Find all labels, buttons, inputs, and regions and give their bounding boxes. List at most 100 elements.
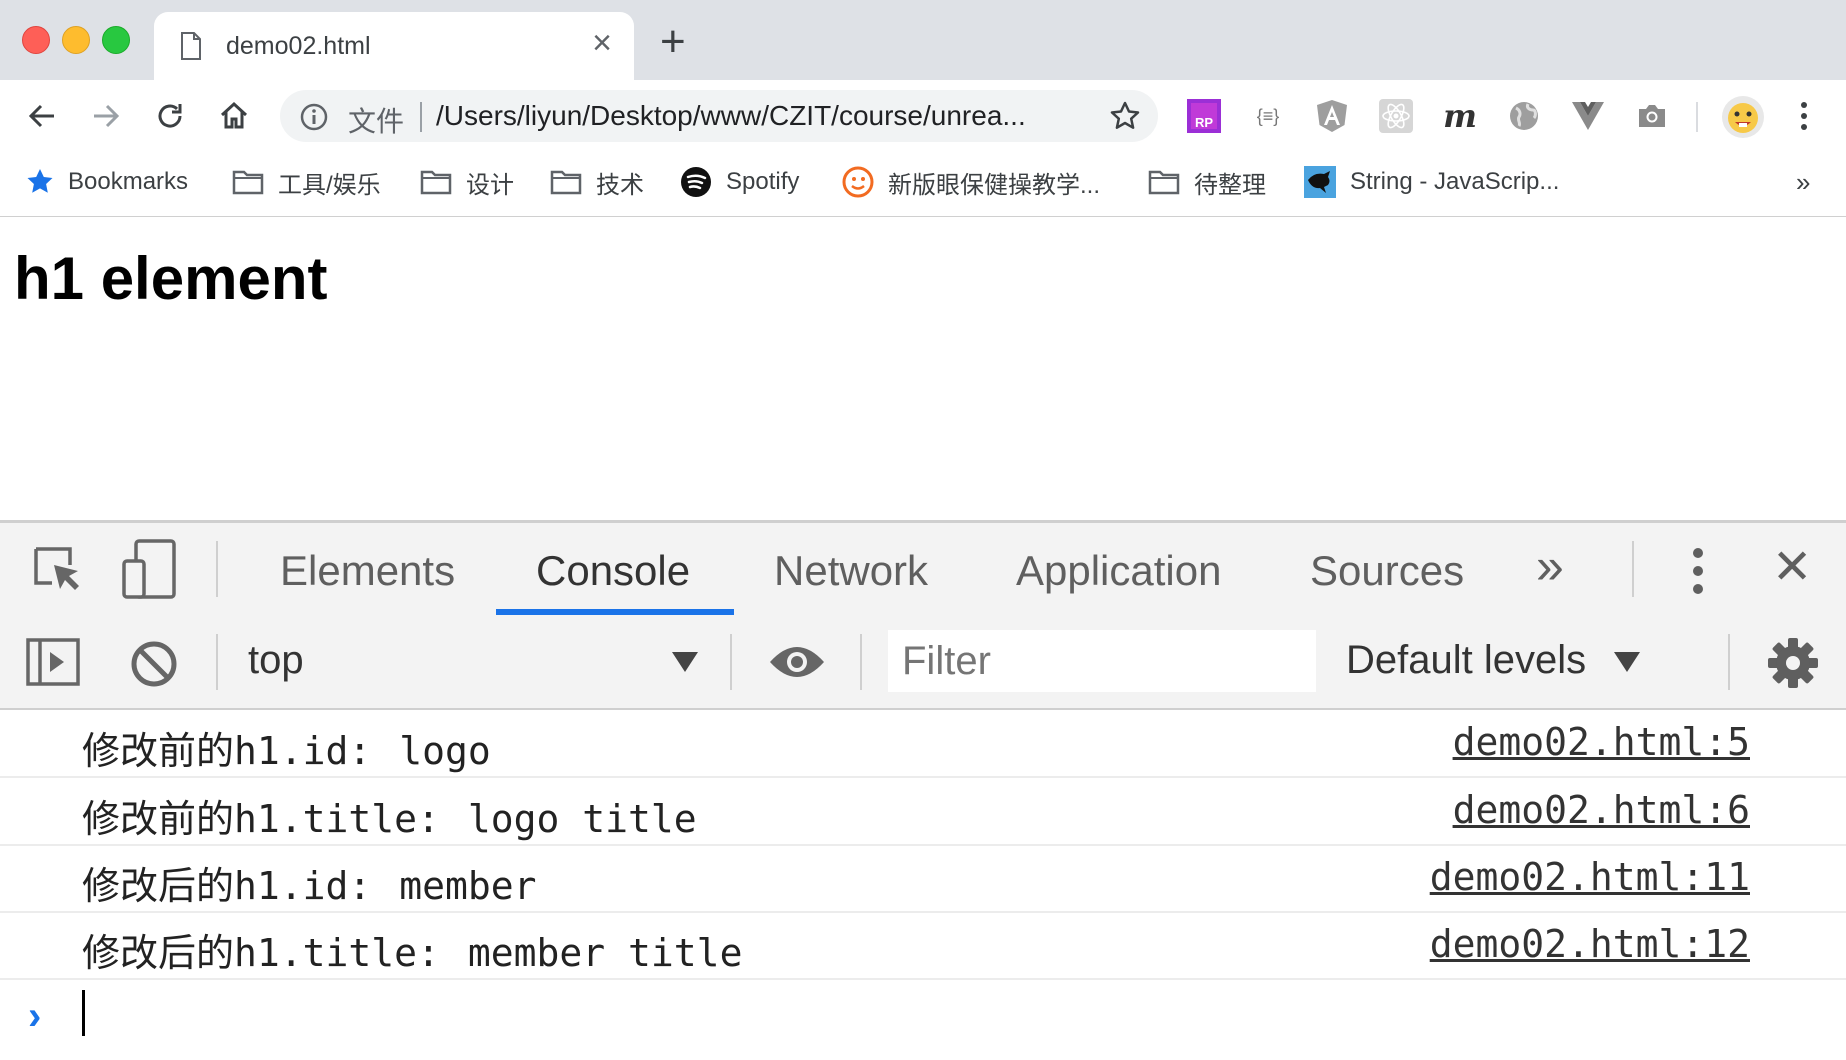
devtools-menu-icon[interactable]	[1692, 547, 1704, 600]
devtools-tab-bar: Elements Console Network Application Sou…	[0, 520, 1846, 619]
bookmark-folder[interactable]: 技术	[550, 162, 644, 202]
back-button[interactable]	[20, 94, 64, 138]
info-icon[interactable]	[300, 103, 328, 136]
spotify-icon	[680, 166, 712, 198]
device-toolbar-icon[interactable]	[122, 539, 178, 604]
clear-console-icon[interactable]	[130, 640, 178, 693]
home-button[interactable]	[212, 94, 256, 138]
tab-network[interactable]: Network	[774, 547, 928, 595]
bookmarks-bar: Bookmarks 工具/娱乐 设计 技术 Spotify 新版眼保健操教学..…	[0, 152, 1846, 217]
bookmark-label: String - JavaScrip...	[1350, 168, 1560, 195]
browser-menu-icon[interactable]	[1784, 96, 1824, 136]
tab-elements[interactable]: Elements	[280, 547, 455, 595]
bookmark-folder[interactable]: 待整理	[1148, 162, 1266, 202]
divider	[1728, 634, 1730, 690]
divider	[216, 541, 218, 597]
reload-icon	[158, 104, 182, 128]
log-source-link[interactable]: demo02.html:11	[1430, 855, 1750, 899]
log-source-link[interactable]: demo02.html:5	[1453, 720, 1750, 764]
tab-strip: demo02.html × +	[0, 0, 1846, 80]
browser-tab[interactable]: demo02.html ×	[154, 12, 634, 80]
log-label: 修改前的h1.title:	[82, 797, 440, 841]
vue-icon[interactable]	[1568, 96, 1608, 136]
levels-dropdown-icon[interactable]	[1614, 652, 1640, 677]
react-icon[interactable]	[1376, 96, 1416, 136]
divider	[216, 634, 218, 690]
bookmark-folder[interactable]: 设计	[420, 162, 514, 202]
context-dropdown-icon[interactable]	[672, 652, 698, 677]
bookmark-item[interactable]: String - JavaScrip...	[1304, 162, 1559, 202]
rp-icon[interactable]: RP	[1184, 96, 1224, 136]
log-levels-dropdown[interactable]: Default levels	[1346, 638, 1586, 683]
console-log-row: 修改前的h1.title: logo title demo02.html:6	[0, 778, 1846, 846]
reload-button[interactable]	[148, 94, 192, 138]
tab-console[interactable]: Console	[536, 547, 690, 595]
tab-sources[interactable]: Sources	[1310, 547, 1464, 595]
close-devtools-button[interactable]: ✕	[1772, 539, 1812, 595]
log-value: logo	[399, 729, 491, 773]
bird-icon	[1304, 166, 1336, 198]
gear-icon[interactable]	[1768, 638, 1818, 693]
console-prompt-icon: ›	[28, 994, 42, 1038]
url-text[interactable]: /Users/liyun/Desktop/www/CZIT/course/unr…	[436, 100, 1026, 132]
log-source-link[interactable]: demo02.html:6	[1453, 788, 1750, 832]
live-expression-eye-icon[interactable]	[768, 644, 826, 685]
omnibox-divider	[420, 102, 422, 132]
star-icon	[26, 168, 54, 196]
smile-icon	[842, 166, 874, 198]
address-bar[interactable]: 文件 /Users/liyun/Desktop/www/CZIT/course/…	[280, 90, 1158, 142]
more-tabs-button[interactable]: »	[1536, 537, 1564, 595]
home-icon	[220, 101, 248, 129]
json-icon[interactable]: {≡}	[1248, 96, 1288, 136]
angular-icon[interactable]	[1312, 96, 1352, 136]
page-heading: h1 element	[14, 245, 328, 312]
active-tab-indicator	[496, 609, 734, 615]
inspect-element-icon[interactable]	[32, 545, 82, 600]
folder-icon	[420, 169, 452, 195]
show-sidebar-icon[interactable]	[26, 638, 80, 691]
console-log-row: 修改后的h1.id: member demo02.html:11	[0, 845, 1846, 913]
svg-text:RP: RP	[1195, 115, 1213, 130]
back-arrow-icon	[28, 104, 54, 128]
bookmark-item[interactable]: 新版眼保健操教学...	[842, 162, 1100, 202]
console-log-row: 修改后的h1.title: member title demo02.html:12	[0, 912, 1846, 980]
folder-icon	[550, 169, 582, 195]
log-message: 修改后的h1.title: member title	[82, 922, 742, 977]
bookmark-star-icon[interactable]	[1110, 101, 1140, 136]
filter-input[interactable]	[888, 630, 1316, 692]
globe-icon[interactable]	[1504, 96, 1544, 136]
log-label: 修改后的h1.title:	[82, 931, 440, 975]
profile-avatar[interactable]	[1720, 94, 1766, 140]
close-window-button[interactable]	[22, 26, 50, 54]
bookmarks-overflow-button[interactable]: »	[1796, 162, 1810, 202]
bookmark-label: 新版眼保健操教学...	[888, 171, 1101, 199]
log-label: 修改前的h1.id:	[82, 729, 372, 773]
context-selector[interactable]: top	[248, 638, 304, 683]
divider	[730, 634, 732, 690]
log-source-link[interactable]: demo02.html:12	[1430, 922, 1750, 966]
log-value: logo title	[467, 797, 697, 841]
tab-title: demo02.html	[226, 32, 371, 60]
divider	[1632, 541, 1634, 597]
new-tab-button[interactable]: +	[660, 20, 686, 64]
forward-button[interactable]	[84, 94, 128, 138]
minimize-window-button[interactable]	[62, 26, 90, 54]
maximize-window-button[interactable]	[102, 26, 130, 54]
bookmark-label: Spotify	[726, 168, 800, 195]
bookmark-item[interactable]: Spotify	[680, 162, 799, 202]
tab-close-button[interactable]: ×	[592, 24, 612, 63]
log-value: member	[399, 864, 537, 908]
log-message: 修改前的h1.id: logo	[82, 720, 491, 775]
toolbar: 文件 /Users/liyun/Desktop/www/CZIT/course/…	[0, 80, 1846, 152]
scheme-label: 文件	[348, 106, 405, 137]
bookmark-folder[interactable]: 工具/娱乐	[232, 162, 381, 202]
camera-icon[interactable]	[1632, 96, 1672, 136]
m-icon[interactable]: m	[1440, 96, 1480, 136]
log-message: 修改前的h1.title: logo title	[82, 788, 697, 843]
bookmark-item[interactable]: Bookmarks	[26, 162, 188, 202]
tab-application[interactable]: Application	[1016, 547, 1221, 595]
log-label: 修改后的h1.id:	[82, 864, 372, 908]
console-log-row: 修改前的h1.id: logo demo02.html:5	[0, 710, 1846, 778]
log-value: member title	[467, 931, 743, 975]
console-input-caret[interactable]	[82, 990, 85, 1036]
